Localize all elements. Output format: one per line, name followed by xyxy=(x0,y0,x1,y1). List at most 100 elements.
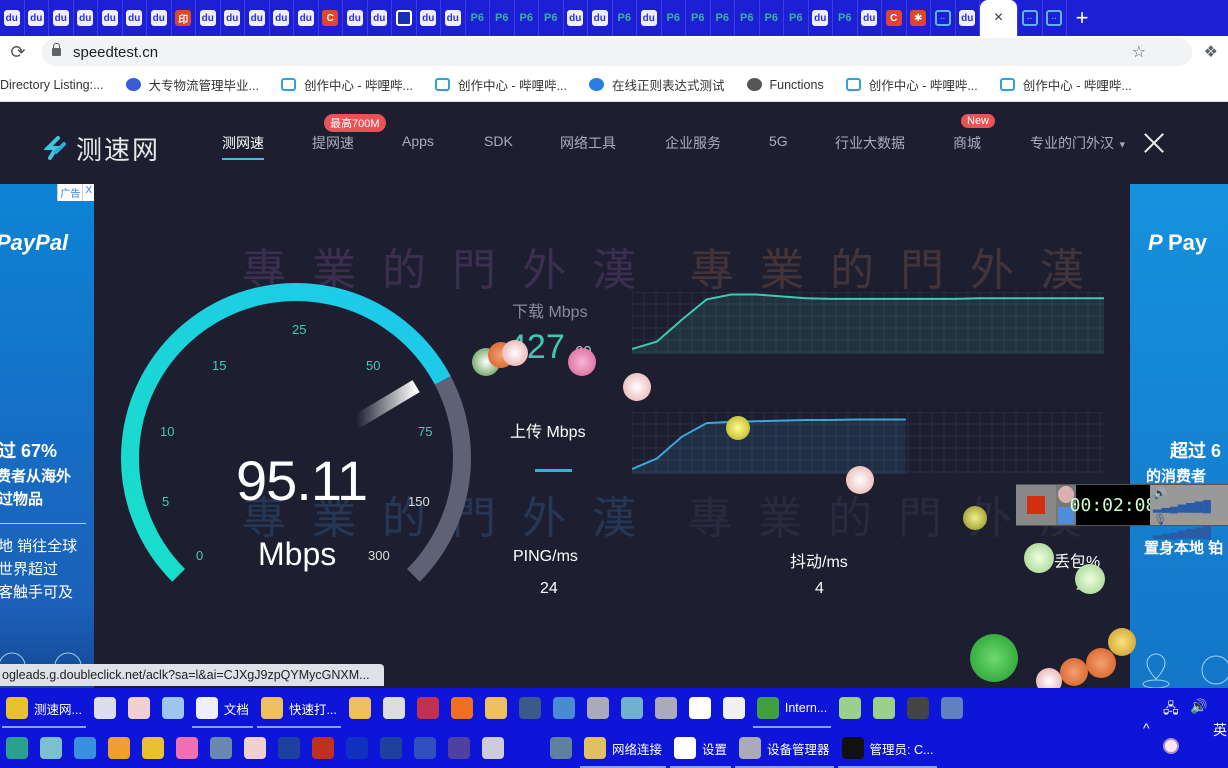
bookmark-item[interactable]: 在线正则表达式测试 xyxy=(589,75,725,94)
taskbar-item[interactable] xyxy=(340,728,374,768)
stop-record-button[interactable] xyxy=(1016,485,1056,525)
bookmark-item[interactable]: 大专物流管理毕业... xyxy=(125,75,259,94)
browser-tab[interactable]: ·· xyxy=(1043,0,1067,36)
browser-tab[interactable]: P6 xyxy=(686,0,711,36)
nav-item[interactable]: SDK xyxy=(484,133,513,149)
taskbar-item[interactable] xyxy=(377,688,411,728)
browser-tab[interactable]: du xyxy=(25,0,49,36)
browser-tab[interactable]: du xyxy=(294,0,319,36)
browser-tab[interactable]: ✱ xyxy=(907,0,931,36)
taskbar-item[interactable] xyxy=(343,688,377,728)
taskbar-item[interactable] xyxy=(833,688,867,728)
site-logo[interactable]: 测速网 xyxy=(44,130,160,167)
extensions-icon[interactable]: ❖ xyxy=(1204,42,1218,62)
browser-tab[interactable]: du xyxy=(441,0,466,36)
taskbar-item[interactable] xyxy=(547,688,581,728)
reload-button[interactable]: ⟳ xyxy=(0,42,36,63)
taskbar-item[interactable] xyxy=(901,688,935,728)
browser-tab[interactable]: 印 xyxy=(172,0,196,36)
network-tray-icon[interactable]: 🖧 xyxy=(1163,698,1179,722)
browser-tab[interactable]: du xyxy=(637,0,662,36)
taskbar-item[interactable]: 设备管理器 xyxy=(733,728,836,768)
taskbar-item[interactable]: 快速打... xyxy=(255,688,343,728)
ad-banner-left[interactable]: 广告 X PayPal 过 67% 费者从海外 过物品 地 销往全球 世界超过 客… xyxy=(0,184,94,688)
show-hidden-icons-button[interactable]: ^ xyxy=(1143,720,1150,736)
browser-tab[interactable]: P6 xyxy=(735,0,760,36)
browser-tab[interactable]: C xyxy=(319,0,343,36)
browser-tab[interactable]: ·· xyxy=(931,0,956,36)
taskbar-item[interactable]: 网络连接 xyxy=(578,728,668,768)
nav-item[interactable]: 网络工具 xyxy=(560,133,616,153)
taskbar-item[interactable]: 测速网... xyxy=(0,688,88,728)
taskbar-item[interactable] xyxy=(544,728,578,768)
taskbar-item[interactable] xyxy=(510,728,544,768)
input-method-indicator[interactable]: 英 xyxy=(1213,720,1227,740)
nav-item[interactable]: 测网速 xyxy=(222,133,264,160)
nav-item[interactable]: 商城 xyxy=(953,133,981,153)
bookmark-item[interactable]: 创作中心 - 哔哩哔... xyxy=(999,75,1132,94)
browser-tab[interactable]: du xyxy=(588,0,613,36)
ad-close-button[interactable]: X xyxy=(82,184,94,201)
nav-item[interactable]: Apps xyxy=(402,133,434,149)
browser-tab[interactable]: du xyxy=(270,0,294,36)
nav-item[interactable]: 专业的门外汉 ▼ xyxy=(1030,133,1127,153)
bookmark-item[interactable]: Directory Listing:... xyxy=(0,78,104,92)
taskbar-item[interactable] xyxy=(122,688,156,728)
taskbar-item[interactable]: 文档 xyxy=(190,688,255,728)
nav-item[interactable]: 提网速 xyxy=(312,133,354,153)
taskbar-item[interactable] xyxy=(867,688,901,728)
browser-tab[interactable]: P6 xyxy=(833,0,858,36)
browser-tab[interactable]: du xyxy=(368,0,392,36)
bookmark-item[interactable]: 创作中心 - 哔哩哔... xyxy=(434,75,567,94)
browser-tab[interactable]: P6 xyxy=(613,0,637,36)
browser-tab[interactable]: C xyxy=(882,0,907,36)
taskbar-item[interactable] xyxy=(374,728,408,768)
nav-item[interactable]: 行业大数据 xyxy=(835,133,905,153)
address-bar[interactable]: speedtest.cn ☆ xyxy=(42,38,1192,66)
nav-item[interactable]: 企业服务 xyxy=(665,133,721,153)
browser-tab[interactable]: P6 xyxy=(711,0,735,36)
taskbar-item[interactable] xyxy=(649,688,683,728)
taskbar-item[interactable] xyxy=(238,728,272,768)
browser-tab[interactable]: du xyxy=(417,0,441,36)
browser-tab[interactable]: du xyxy=(809,0,833,36)
taskbar-item[interactable] xyxy=(442,728,476,768)
taskbar-item[interactable] xyxy=(411,688,445,728)
browser-tab[interactable]: P6 xyxy=(784,0,809,36)
browser-tab[interactable]: du xyxy=(196,0,221,36)
taskbar-item[interactable] xyxy=(0,728,34,768)
bookmark-star-icon[interactable]: ☆ xyxy=(1132,42,1146,62)
browser-tab[interactable]: P6 xyxy=(515,0,539,36)
browser-tab[interactable]: ·· xyxy=(1018,0,1043,36)
taskbar-item[interactable] xyxy=(170,728,204,768)
browser-tab[interactable]: du xyxy=(147,0,172,36)
close-tab-icon[interactable]: × xyxy=(994,9,1003,27)
taskbar-item[interactable] xyxy=(408,728,442,768)
volume-tray-icon[interactable]: 🔊 xyxy=(1190,698,1207,715)
taskbar-item[interactable]: 管理员: C... xyxy=(836,728,940,768)
taskbar-item[interactable] xyxy=(717,688,751,728)
browser-tab[interactable]: du xyxy=(0,0,25,36)
browser-tab[interactable]: du xyxy=(221,0,245,36)
taskbar-item[interactable] xyxy=(683,688,717,728)
browser-tab[interactable]: du xyxy=(98,0,123,36)
browser-tab[interactable]: P6 xyxy=(760,0,784,36)
taskbar-item[interactable] xyxy=(479,688,513,728)
nav-item[interactable]: 5G xyxy=(769,133,788,149)
taskbar-item[interactable] xyxy=(88,688,122,728)
browser-tab[interactable]: du xyxy=(343,0,368,36)
browser-tab[interactable] xyxy=(392,0,417,36)
taskbar-item[interactable] xyxy=(445,688,479,728)
bookmark-item[interactable]: Functions xyxy=(746,78,824,92)
browser-tab[interactable]: du xyxy=(49,0,74,36)
taskbar-item[interactable] xyxy=(476,728,510,768)
taskbar-item[interactable] xyxy=(306,728,340,768)
browser-tab[interactable]: P6 xyxy=(466,0,490,36)
new-tab-button[interactable]: + xyxy=(1067,5,1097,31)
close-icon[interactable] xyxy=(1143,132,1165,154)
cortana-icon[interactable] xyxy=(1163,738,1179,754)
taskbar-item[interactable] xyxy=(935,688,969,728)
browser-tab[interactable]: du xyxy=(956,0,980,36)
browser-tab[interactable]: du xyxy=(123,0,147,36)
browser-tab[interactable]: P6 xyxy=(662,0,686,36)
